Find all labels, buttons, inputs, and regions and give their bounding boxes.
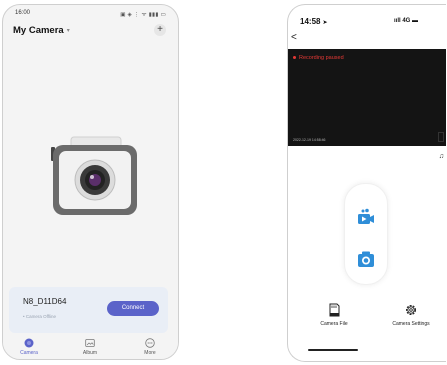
connect-button[interactable]: Connect	[107, 301, 159, 316]
camera-settings-button[interactable]: Camera Settings	[376, 303, 446, 327]
camera-file-label: Camera File	[320, 321, 348, 327]
tab-album[interactable]: Album	[70, 338, 110, 356]
capture-controls	[344, 183, 388, 285]
recording-text: Recording paused	[299, 55, 344, 61]
more-icon	[145, 338, 155, 348]
device-name: N8_D11D64	[23, 297, 67, 306]
camera-settings-label: Camera Settings	[392, 321, 430, 327]
sd-card-icon	[329, 303, 340, 317]
live-video-view[interactable]: Recording paused 2022-12-19 14:58:46	[288, 49, 446, 146]
status-time: 16:00	[15, 10, 31, 16]
back-button[interactable]: <	[291, 32, 297, 43]
microphone-icon[interactable]: ♫	[439, 153, 444, 160]
signal-battery-icons: ııll 4G ▬	[394, 18, 419, 24]
camera-selector[interactable]: My Camera ▾	[13, 25, 70, 36]
device-status: • Camera Offline	[23, 314, 57, 319]
video-record-button[interactable]	[357, 208, 375, 226]
location-arrow-icon: ➤	[322, 20, 328, 26]
camera-file-button[interactable]: Camera File	[299, 303, 369, 327]
tab-label: Album	[82, 350, 98, 356]
tab-label: More	[144, 350, 156, 356]
video-timestamp: 2022-12-19 14:58:46	[293, 138, 326, 142]
recording-dot-icon	[293, 56, 296, 60]
ios-phone-screen: 14:58 ➤ ııll 4G ▬ < Recording paused 2022…	[287, 4, 446, 362]
photo-capture-button[interactable]	[357, 250, 375, 268]
status-time-text: 14:58	[300, 17, 321, 26]
chevron-down-icon: ▾	[66, 27, 70, 34]
settings-gear-icon	[405, 304, 417, 316]
tab-label: Camera	[20, 350, 38, 356]
status-icons: ▣ ◈ ⋮ ᯤ ▮▮▮ ▭	[120, 12, 166, 18]
recording-status: Recording paused	[293, 55, 344, 61]
status-bar: 16:00 ▣ ◈ ⋮ ᯤ ▮▮▮ ▭	[3, 5, 178, 23]
tab-more[interactable]: More	[130, 338, 170, 356]
bottom-tab-bar: Camera Album More	[3, 335, 178, 359]
camera-illustration-icon	[51, 136, 137, 215]
album-icon	[85, 339, 95, 347]
add-camera-button[interactable]: +	[154, 24, 166, 36]
home-indicator	[308, 349, 358, 351]
fullscreen-icon[interactable]	[438, 132, 444, 142]
page-title: My Camera	[13, 25, 64, 36]
device-card[interactable]: N8_D11D64 • Camera Offline Connect	[9, 287, 168, 333]
header: My Camera ▾ +	[13, 23, 168, 41]
bottom-actions: Camera File Camera Settings	[288, 303, 446, 361]
camera-tab-icon	[24, 338, 34, 348]
android-phone-screen: 16:00 ▣ ◈ ⋮ ᯤ ▮▮▮ ▭ My Camera ▾ + N8_D11D…	[2, 4, 179, 360]
tab-camera[interactable]: Camera	[9, 338, 49, 356]
status-time: 14:58 ➤	[300, 17, 328, 26]
